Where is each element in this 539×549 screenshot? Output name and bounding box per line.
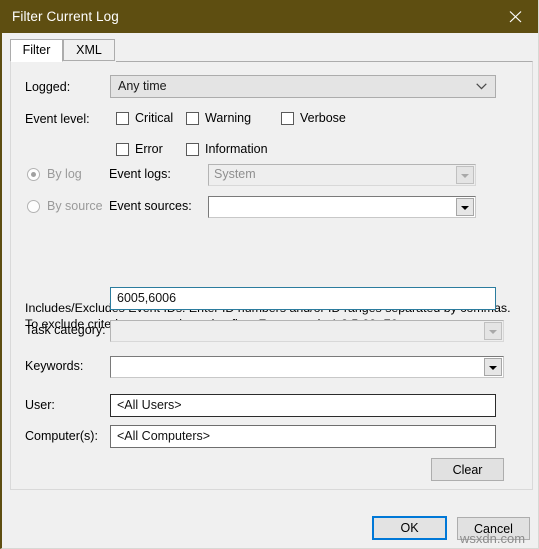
ok-button[interactable]: OK xyxy=(372,516,447,540)
dropdown-button[interactable] xyxy=(456,166,474,184)
event-ids-input[interactable]: 6005,6006 xyxy=(110,287,496,310)
computers-label: Computer(s): xyxy=(25,429,98,443)
task-category-label: Task category: xyxy=(25,323,106,337)
checkbox-box xyxy=(186,112,199,125)
caret-down-icon xyxy=(461,206,469,210)
tab-strip: Filter XML xyxy=(10,39,533,62)
dropdown-button[interactable] xyxy=(484,358,502,376)
keywords-label: Keywords: xyxy=(25,359,84,373)
window-title: Filter Current Log xyxy=(12,9,119,24)
event-sources-label: Event sources: xyxy=(109,199,192,213)
checkbox-verbose-label: Verbose xyxy=(300,111,346,125)
clear-button-label: Clear xyxy=(452,462,483,477)
radio-circle xyxy=(27,168,40,181)
dropdown-button[interactable] xyxy=(456,198,474,216)
dropdown-button[interactable] xyxy=(484,322,502,340)
checkbox-error-label: Error xyxy=(135,142,163,156)
ok-button-label: OK xyxy=(400,521,419,535)
user-value: <All Users> xyxy=(117,398,182,412)
checkbox-box xyxy=(186,143,199,156)
radio-circle xyxy=(27,200,40,213)
logged-value: Any time xyxy=(118,79,167,93)
task-category-combobox[interactable] xyxy=(110,320,504,342)
close-button[interactable] xyxy=(494,0,538,33)
tab-filter-label: Filter xyxy=(22,43,51,57)
event-logs-value: System xyxy=(214,167,256,181)
tab-xml-label: XML xyxy=(76,43,102,57)
checkbox-box xyxy=(281,112,294,125)
chevron-down-icon xyxy=(476,83,487,90)
caret-down-icon xyxy=(461,174,469,178)
caret-down-icon xyxy=(489,366,497,370)
filter-current-log-dialog: Filter Current Log Filter XML Logged: An… xyxy=(0,0,539,549)
event-ids-value: 6005,6006 xyxy=(117,291,177,305)
keywords-combobox[interactable] xyxy=(110,356,504,378)
caret-down-icon xyxy=(489,330,497,334)
user-label: User: xyxy=(25,398,55,412)
filter-tab-panel: Logged: Any time Event level: Critical W… xyxy=(10,61,533,490)
close-icon xyxy=(509,11,522,23)
computers-input[interactable]: <All Computers> xyxy=(110,425,496,448)
radio-by-log-label: By log xyxy=(47,167,82,181)
computers-value: <All Computers> xyxy=(117,429,211,443)
watermark: wsxdn.com xyxy=(460,531,526,546)
checkbox-box xyxy=(116,112,129,125)
checkbox-information-label: Information xyxy=(205,142,268,156)
tab-filter[interactable]: Filter xyxy=(10,39,63,62)
logged-combobox[interactable]: Any time xyxy=(110,75,496,98)
event-logs-combobox[interactable]: System xyxy=(208,164,476,186)
checkbox-box xyxy=(116,143,129,156)
logged-label: Logged: xyxy=(25,80,71,94)
radio-by-source-label: By source xyxy=(47,199,103,213)
clear-button[interactable]: Clear xyxy=(431,458,504,481)
tab-xml[interactable]: XML xyxy=(63,39,115,61)
event-sources-combobox[interactable] xyxy=(208,196,476,218)
user-input[interactable]: <All Users> xyxy=(110,394,496,417)
event-logs-label: Event logs: xyxy=(109,167,171,181)
event-level-label: Event level: xyxy=(25,112,90,126)
checkbox-warning-label: Warning xyxy=(205,111,252,125)
title-bar: Filter Current Log xyxy=(2,0,538,33)
checkbox-critical-label: Critical xyxy=(135,111,174,125)
